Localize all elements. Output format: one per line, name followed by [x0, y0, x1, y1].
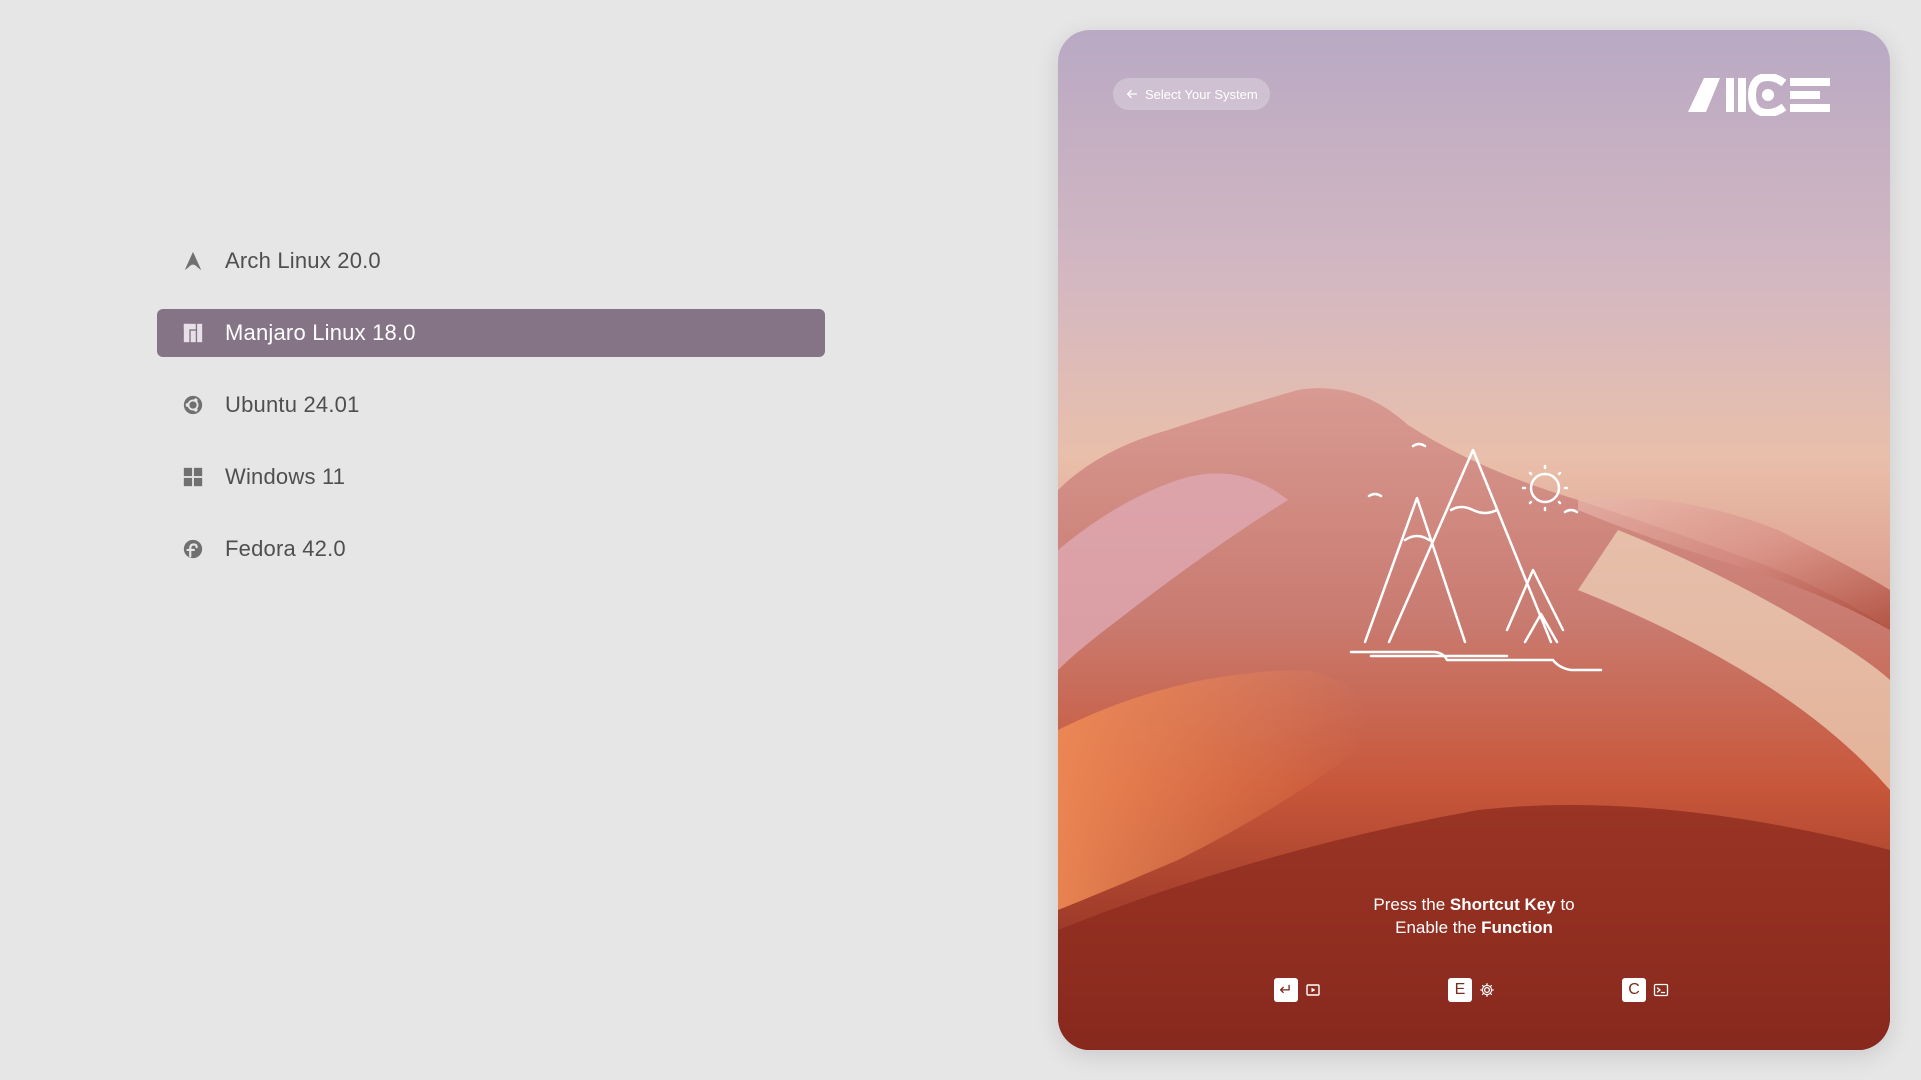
ubuntu-icon [181, 393, 205, 417]
hint-text: to [1555, 895, 1575, 914]
os-item-label: Fedora 42.0 [225, 536, 346, 561]
media-icon [1304, 981, 1322, 999]
enter-key: ↵ [1274, 978, 1298, 1002]
windows-icon [181, 465, 205, 489]
shortcut-enter[interactable]: ↵ [1274, 978, 1322, 1002]
mountain-illustration [1349, 442, 1603, 672]
os-item-label: Arch Linux 20.0 [225, 248, 381, 273]
back-button-label: Select Your System [1145, 86, 1258, 102]
os-item-fedora[interactable]: Fedora 42.0 [157, 525, 825, 573]
os-item-label: Windows 11 [225, 464, 346, 489]
manjaro-icon [181, 321, 205, 345]
hint-text: Enable the [1395, 918, 1482, 937]
shortcut-bar: ↵ E C [1058, 978, 1890, 1006]
brand-logo [1688, 74, 1830, 116]
hint-bold: Function [1481, 918, 1553, 937]
select-system-back-button[interactable]: Select Your System [1113, 78, 1270, 110]
preview-card: Select Your System Press the Shortcut Ke… [1058, 30, 1890, 1050]
fedora-icon [181, 537, 205, 561]
shortcut-e[interactable]: E [1448, 978, 1496, 1002]
shortcut-hint: Press the Shortcut Key to Enable the Fun… [1058, 893, 1890, 939]
os-item-label: Ubuntu 24.01 [225, 392, 360, 417]
shortcut-c[interactable]: C [1622, 978, 1670, 1002]
os-item-windows[interactable]: Windows 11 [157, 453, 825, 501]
arrow-left-icon [1126, 89, 1138, 99]
hint-bold: Shortcut Key [1449, 895, 1556, 914]
os-item-label: Manjaro Linux 18.0 [225, 320, 416, 345]
os-item-arch-linux[interactable]: Arch Linux 20.0 [157, 237, 825, 285]
c-key: C [1622, 978, 1646, 1002]
os-item-ubuntu[interactable]: Ubuntu 24.01 [157, 381, 825, 429]
hint-text: Press the [1373, 895, 1450, 914]
gear-icon [1478, 981, 1496, 999]
e-key: E [1448, 978, 1472, 1002]
terminal-icon [1652, 981, 1670, 999]
os-list: Arch Linux 20.0 Manjaro Linux 18.0 Ubunt… [157, 237, 825, 597]
os-item-manjaro-linux[interactable]: Manjaro Linux 18.0 [157, 309, 825, 357]
arch-icon [181, 249, 205, 273]
